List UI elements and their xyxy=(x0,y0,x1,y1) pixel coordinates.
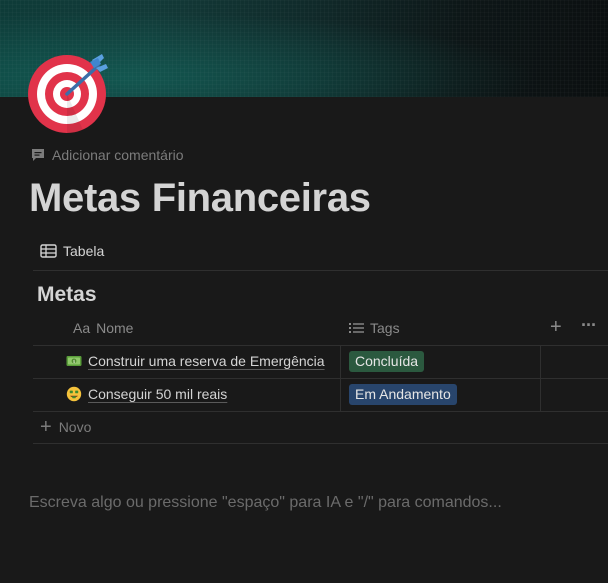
table-row[interactable]: $ Construir uma reserva de Emergência Co… xyxy=(33,345,608,378)
add-comment-button[interactable]: Adicionar comentário xyxy=(31,146,184,164)
tab-tabela[interactable]: Tabela xyxy=(40,242,104,260)
column-label: Nome xyxy=(96,320,134,336)
column-header-nome[interactable]: Aa Nome xyxy=(73,320,133,336)
table-header: Aa Nome Tags + ··· xyxy=(33,312,608,345)
svg-text:$: $ xyxy=(73,359,76,365)
column-header-tags[interactable]: Tags xyxy=(349,320,400,336)
row-divider xyxy=(33,411,608,412)
row-name-link[interactable]: Construir uma reserva de Emergência xyxy=(88,353,325,369)
add-new-row-button[interactable]: + Novo xyxy=(40,416,92,438)
table-icon xyxy=(40,244,57,258)
add-comment-label: Adicionar comentário xyxy=(52,147,184,163)
money-banknote-icon: $ xyxy=(66,353,82,369)
list-icon xyxy=(349,323,364,333)
plus-icon: + xyxy=(40,416,52,438)
add-property-button[interactable]: + xyxy=(550,316,562,338)
target-icon[interactable] xyxy=(28,52,110,134)
database-title[interactable]: Metas xyxy=(37,283,97,307)
page-body-placeholder[interactable]: Escreva algo ou pressione "espaço" para … xyxy=(29,494,502,512)
tab-label: Tabela xyxy=(63,243,105,259)
tag-badge[interactable]: Concluída xyxy=(349,351,425,372)
more-options-icon[interactable]: ··· xyxy=(581,314,597,336)
table-bottom-divider xyxy=(33,443,608,444)
new-row-label: Novo xyxy=(58,419,92,435)
page-title[interactable]: Metas Financeiras xyxy=(29,176,371,221)
money-mouth-face-icon xyxy=(66,386,82,402)
tag-badge[interactable]: Em Andamento xyxy=(349,384,457,405)
table-row[interactable]: Conseguir 50 mil reais Em Andamento xyxy=(33,378,608,411)
text-aa-icon: Aa xyxy=(73,320,91,336)
tab-divider xyxy=(33,270,608,271)
row-name-link[interactable]: Conseguir 50 mil reais xyxy=(88,386,227,402)
column-label: Tags xyxy=(370,320,400,336)
comment-icon xyxy=(32,149,44,161)
